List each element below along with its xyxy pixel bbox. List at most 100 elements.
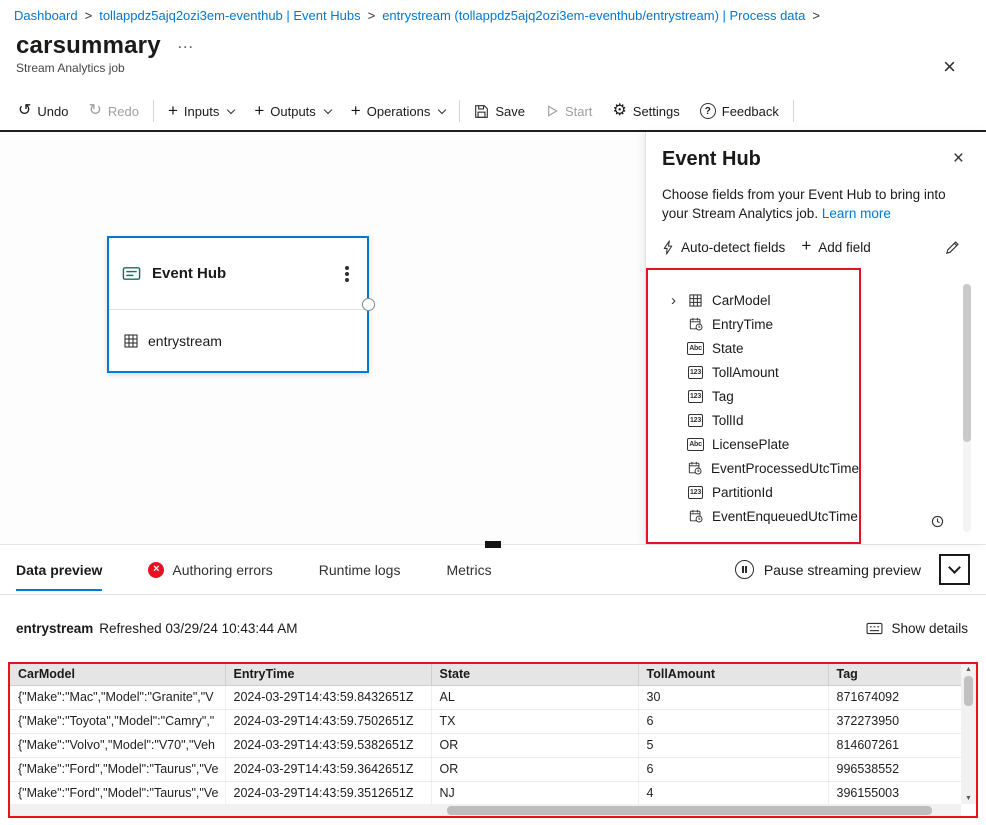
field-list-highlight: › CarModel EntryTime Abc State 123 TollA… — [646, 268, 861, 544]
preview-info-row: entrystream Refreshed 03/29/24 10:43:44 … — [0, 621, 986, 636]
tab-label: Authoring errors — [172, 561, 273, 578]
edit-fields-button[interactable] — [945, 240, 960, 255]
cell: OR — [431, 757, 639, 782]
table-row[interactable]: {"Make":"Ford","Model":"Taurus","Ve 2024… — [10, 757, 961, 782]
undo-button[interactable]: ↺ Undo — [8, 94, 78, 128]
column-header[interactable]: CarModel — [10, 664, 226, 686]
field-row-carmodel[interactable]: › CarModel — [668, 288, 859, 312]
field-row-tollamount[interactable]: 123 TollAmount — [668, 360, 859, 384]
preview-tab-bar: Data preview × Authoring errors Runtime … — [0, 545, 986, 595]
cell: 6 — [638, 757, 829, 782]
redo-button[interactable]: ↻ Redo — [78, 94, 148, 128]
add-operations-dropdown[interactable]: + Operations — [341, 94, 456, 128]
number-type-icon: 123 — [687, 413, 704, 427]
table-row[interactable]: {"Make":"Ford","Model":"Taurus","Ve 2024… — [10, 781, 961, 806]
panel-scrollbar[interactable] — [963, 284, 971, 532]
feedback-button[interactable]: ? Feedback — [690, 94, 789, 128]
add-field-button[interactable]: + Add field — [801, 236, 871, 256]
tab-runtime-logs[interactable]: Runtime logs — [319, 545, 401, 594]
table-horizontal-scrollbar[interactable] — [10, 804, 961, 816]
column-header[interactable]: TollAmount — [638, 664, 829, 686]
column-header[interactable]: Tag — [828, 664, 961, 686]
add-field-label: Add field — [818, 239, 871, 255]
field-name: PartitionId — [712, 484, 773, 500]
add-outputs-dropdown[interactable]: + Outputs — [244, 94, 340, 128]
table-vertical-scrollbar[interactable]: ▲ ▼ — [961, 664, 976, 804]
start-button[interactable]: Start — [535, 94, 602, 128]
cell: 996538552 — [828, 757, 961, 782]
learn-more-link[interactable]: Learn more — [822, 206, 891, 221]
cell: 30 — [638, 685, 829, 710]
tab-data-preview[interactable]: Data preview — [16, 545, 103, 594]
field-row-licenseplate[interactable]: Abc LicensePlate — [668, 432, 859, 456]
field-row-state[interactable]: Abc State — [668, 336, 859, 360]
field-row-eventprocessedutctime[interactable]: EventProcessedUtcTime — [668, 456, 859, 480]
more-options-button[interactable]: … — [177, 33, 194, 53]
tab-label: Metrics — [446, 561, 492, 578]
save-label: Save — [495, 103, 525, 119]
cell: 5 — [638, 733, 829, 758]
page-title: carsummary — [16, 32, 161, 59]
start-icon — [545, 104, 559, 118]
breadcrumb-eventhub-namespace[interactable]: tollappdz5ajq2ozi3em-eventhub | Event Hu… — [99, 8, 360, 23]
table-icon — [124, 333, 138, 348]
cell: 396155003 — [828, 781, 961, 806]
diagram-canvas[interactable]: Event Hub entrystream — [0, 132, 645, 544]
pause-streaming-button[interactable]: Pause streaming preview — [764, 562, 921, 578]
column-header[interactable]: State — [431, 664, 639, 686]
cell: 2024-03-29T14:43:59.8432651Z — [225, 685, 432, 710]
field-row-entrytime[interactable]: EntryTime — [668, 312, 859, 336]
table-row[interactable]: {"Make":"Mac","Model":"Granite","V 2024-… — [10, 685, 961, 710]
add-inputs-dropdown[interactable]: + Inputs — [158, 94, 244, 128]
table-row[interactable]: {"Make":"Volvo","Model":"V70","Veh 2024-… — [10, 733, 961, 758]
field-name: EventProcessedUtcTime — [710, 460, 859, 476]
settings-label: Settings — [632, 103, 680, 119]
number-type-icon: 123 — [687, 389, 704, 403]
plus-icon: + — [167, 100, 178, 120]
scroll-up-icon[interactable]: ▲ — [965, 666, 972, 673]
breadcrumb-separator: > — [812, 7, 820, 23]
breadcrumb-process-data[interactable]: entrystream (tollappdz5ajq2ozi3em-eventh… — [382, 8, 805, 23]
show-details-button[interactable]: Show details — [866, 621, 968, 636]
column-header[interactable]: EntryTime — [225, 664, 432, 686]
field-row-eventenqueuedutctime[interactable]: EventEnqueuedUtcTime — [668, 504, 859, 528]
event-hub-node[interactable]: Event Hub entrystream — [107, 236, 375, 373]
event-hub-config-panel: Event Hub × Choose fields from your Even… — [645, 132, 986, 544]
field-name: TollId — [712, 412, 744, 428]
panel-close-button[interactable]: × — [953, 148, 964, 170]
field-row-tag[interactable]: 123 Tag — [668, 384, 859, 408]
expand-chevron-icon[interactable]: › — [668, 293, 679, 308]
cell: 4 — [638, 781, 829, 806]
toolbar-divider — [792, 100, 794, 122]
page-subtitle: Stream Analytics job — [16, 61, 125, 75]
field-row-tollid[interactable]: 123 TollId — [668, 408, 859, 432]
cell: 2024-03-29T14:43:59.3512651Z — [225, 781, 432, 806]
clock-icon — [931, 515, 944, 528]
node-output-connector[interactable] — [362, 297, 375, 311]
auto-detect-fields-button[interactable]: Auto-detect fields — [662, 240, 785, 255]
table-row[interactable]: {"Make":"Toyota","Model":"Camry"," 2024-… — [10, 709, 961, 734]
field-name: LicensePlate — [712, 436, 790, 452]
scroll-down-icon[interactable]: ▼ — [965, 795, 972, 802]
field-name: EventEnqueuedUtcTime — [712, 508, 858, 524]
tab-metrics[interactable]: Metrics — [446, 545, 491, 594]
tab-authoring-errors[interactable]: × Authoring errors — [148, 545, 273, 594]
plus-icon: + — [254, 100, 265, 120]
collapse-pane-button[interactable] — [939, 554, 970, 585]
preview-stream-name: entrystream — [16, 621, 94, 636]
plus-icon: + — [350, 100, 361, 120]
field-row-partitionid[interactable]: 123 PartitionId — [668, 480, 859, 504]
close-editor-button[interactable]: × — [943, 42, 956, 92]
breadcrumb-dashboard[interactable]: Dashboard — [14, 8, 78, 23]
save-button[interactable]: Save — [464, 94, 535, 128]
number-type-icon: 123 — [687, 485, 704, 499]
start-label: Start — [564, 103, 593, 119]
pane-resize-handle[interactable] — [485, 541, 501, 548]
operations-label: Operations — [366, 103, 431, 119]
outputs-label: Outputs — [270, 103, 316, 119]
datetime-type-icon — [687, 509, 704, 523]
field-name: Tag — [712, 388, 734, 404]
settings-button[interactable]: ⚙ Settings — [602, 94, 689, 128]
chevron-down-icon — [438, 105, 447, 114]
node-menu-button[interactable] — [345, 271, 349, 276]
